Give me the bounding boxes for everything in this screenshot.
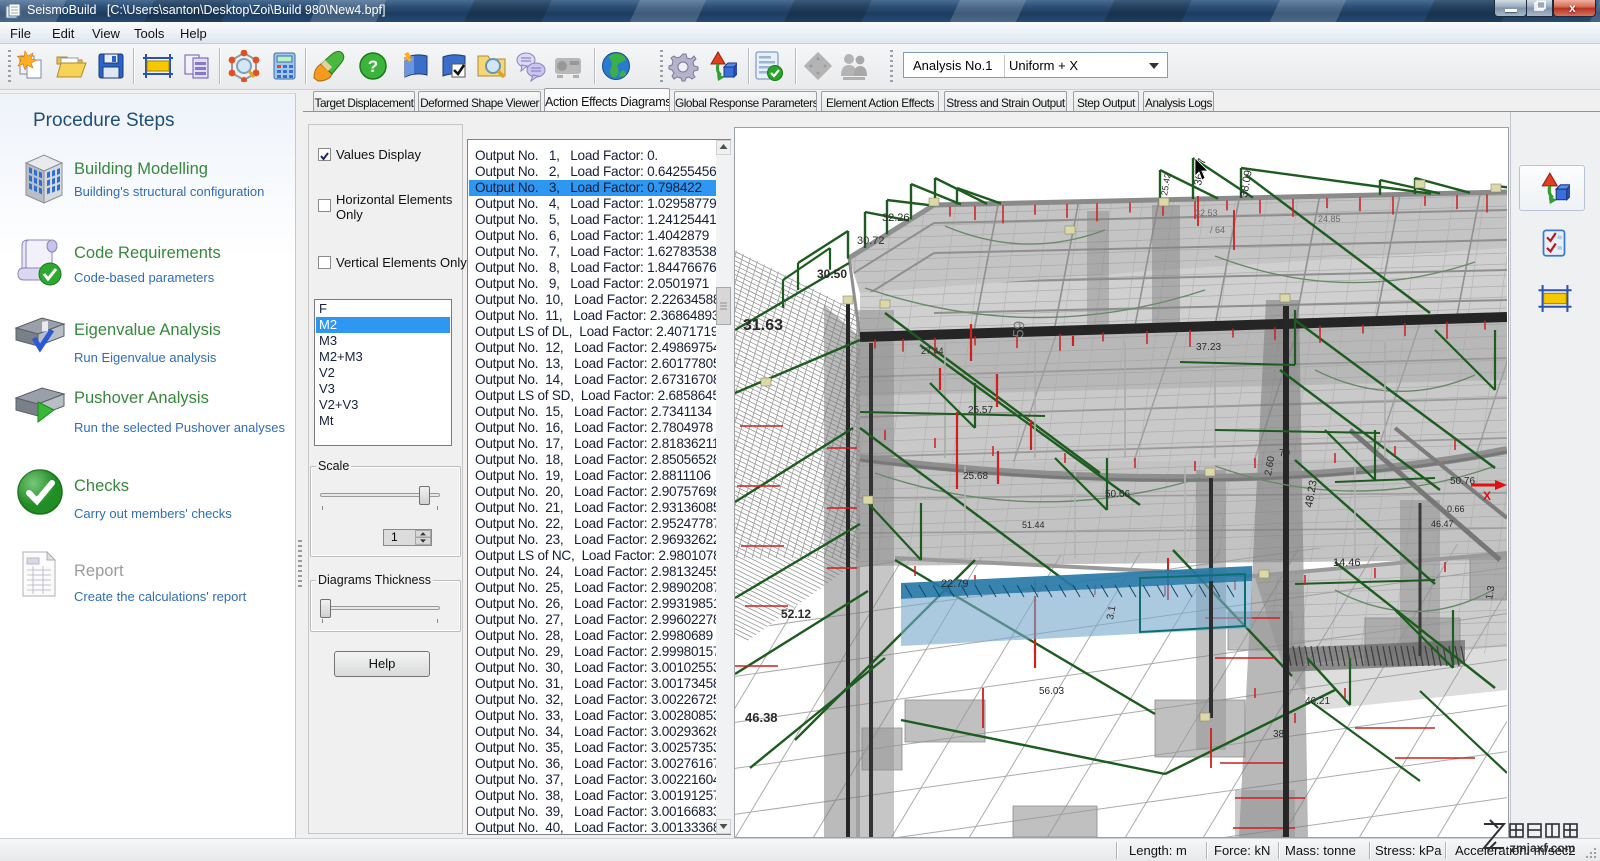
- svg-text:?: ?: [368, 57, 378, 76]
- svg-text:56.03: 56.03: [1039, 686, 1064, 697]
- svg-text:59: 59: [1010, 320, 1028, 338]
- svg-text:30.72: 30.72: [857, 235, 885, 247]
- svg-text:31.63: 31.63: [743, 317, 783, 334]
- svg-text:46.47: 46.47: [1431, 519, 1454, 529]
- svg-text:50.66: 50.66: [1105, 489, 1130, 500]
- svg-text:51.44: 51.44: [1022, 520, 1045, 530]
- svg-text:27.44: 27.44: [921, 346, 944, 356]
- svg-text:32.53: 32.53: [1195, 208, 1218, 218]
- svg-text:0.66: 0.66: [1447, 504, 1465, 514]
- svg-text:X: X: [1483, 489, 1491, 503]
- svg-text:37.23: 37.23: [1196, 342, 1221, 353]
- svg-text:zmjaxf.com: zmjaxf.com: [1510, 841, 1575, 855]
- svg-text:22.79: 22.79: [941, 578, 969, 590]
- svg-text:32.26: 32.26: [882, 212, 910, 224]
- svg-text:/ 64: / 64: [1210, 225, 1225, 235]
- svg-text:25.68: 25.68: [963, 471, 988, 482]
- svg-text:30.50: 30.50: [817, 267, 847, 281]
- svg-text:14.46: 14.46: [1333, 557, 1361, 569]
- svg-text:52.12: 52.12: [781, 607, 811, 621]
- svg-text:79: 79: [1279, 448, 1291, 459]
- svg-text:38: 38: [1273, 729, 1285, 740]
- svg-text:24.85: 24.85: [1318, 214, 1341, 224]
- svg-text:46.38: 46.38: [745, 710, 778, 725]
- svg-text:46.21: 46.21: [1305, 696, 1330, 707]
- svg-text:25.57: 25.57: [968, 405, 993, 416]
